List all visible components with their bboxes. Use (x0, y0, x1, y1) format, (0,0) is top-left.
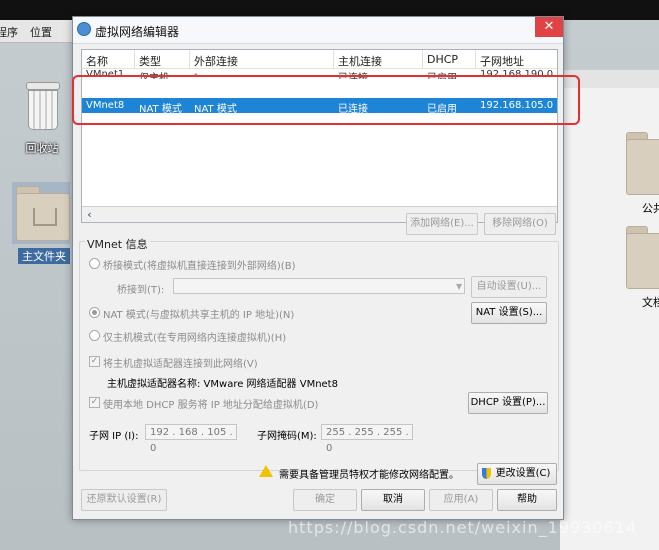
scroll-left-icon[interactable]: ‹ (82, 207, 97, 222)
admin-notice: 需要具备管理员特权才能修改网络配置。 (279, 470, 459, 481)
public-folder-label: 公共 (642, 202, 659, 215)
use-dhcp-label: 使用本地 DHCP 服务将 IP 地址分配给虚拟机(D) (103, 400, 319, 411)
documents-folder-label: 文档 (642, 296, 659, 309)
bridge-to-label: 桥接到(T): (117, 285, 165, 296)
highlight-box (72, 75, 580, 125)
cancel-button[interactable]: 取消 (361, 489, 425, 511)
col-dhcp[interactable]: DHCP (427, 53, 458, 66)
shield-icon (482, 468, 491, 479)
host-only-label: 仅主机模式(在专用网络内连接虚拟机)(H) (103, 333, 287, 344)
vmnet-info-title: VMnet 信息 (85, 236, 150, 252)
close-button[interactable]: ✕ (535, 17, 563, 37)
subnet-ip-field[interactable]: 192 . 168 . 105 . 0 (145, 424, 237, 454)
nat-mode-radio[interactable] (89, 307, 100, 318)
change-settings-label: 更改设置(C) (495, 468, 551, 479)
add-network-button[interactable]: 添加网络(E)... (406, 213, 478, 235)
use-dhcp-checkbox[interactable]: ✓ (89, 397, 100, 408)
col-external[interactable]: 外部连接 (194, 53, 238, 69)
dialog-title: 虚拟网络编辑器 (95, 25, 180, 39)
bridge-mode-radio[interactable] (89, 258, 100, 269)
col-name[interactable]: 名称 (86, 53, 108, 69)
app-menu-bar: 程序 位置 (0, 20, 72, 43)
bridge-to-select[interactable]: ▼ (173, 278, 465, 294)
connect-adapter-label: 将主机虚拟适配器连接到此网络(V) (103, 359, 258, 370)
public-folder-icon[interactable] (626, 139, 659, 195)
nat-settings-button[interactable]: NAT 设置(S)... (471, 302, 547, 324)
host-only-radio[interactable] (89, 330, 100, 341)
chevron-down-icon: ▼ (456, 282, 463, 291)
trash-icon[interactable] (22, 80, 62, 130)
menu-places[interactable]: 位置 (30, 24, 52, 40)
adapter-name-text: 主机虚拟适配器名称: VMware 网络适配器 VMnet8 (107, 379, 338, 390)
list-header: 名称 类型 外部连接 主机连接 DHCP 子网地址 (82, 50, 557, 69)
menu-programs[interactable]: 程序 (0, 24, 18, 40)
apply-button[interactable]: 应用(A) (429, 489, 493, 511)
change-settings-button[interactable]: 更改设置(C) (477, 463, 557, 485)
home-folder-label: 主文件夹 (18, 248, 70, 264)
restore-defaults-button[interactable]: 还原默认设置(R) (81, 489, 167, 511)
col-type[interactable]: 类型 (139, 53, 161, 69)
subnet-mask-label: 子网掩码(M): (257, 431, 317, 442)
dhcp-settings-button[interactable]: DHCP 设置(P)... (468, 392, 548, 414)
dialog-titlebar[interactable]: 虚拟网络编辑器 ✕ (73, 17, 563, 44)
auto-settings-button[interactable]: 自动设置(U)... (471, 276, 547, 298)
subnet-ip-label: 子网 IP (I): (89, 431, 139, 442)
connect-adapter-checkbox[interactable]: ✓ (89, 356, 100, 367)
help-button[interactable]: 帮助 (497, 489, 557, 511)
network-globe-icon (77, 22, 91, 36)
warning-icon (259, 465, 273, 477)
remove-network-button[interactable]: 移除网络(O) (484, 213, 556, 235)
home-folder-icon[interactable] (16, 193, 70, 241)
bridge-mode-label: 桥接模式(将虚拟机直接连接到外部网络)(B) (103, 261, 296, 272)
trash-label: 回收站 (25, 142, 59, 155)
watermark: https://blog.csdn.net/weixin_19930614 (288, 518, 638, 537)
col-subnet[interactable]: 子网地址 (480, 53, 524, 69)
col-host[interactable]: 主机连接 (338, 53, 382, 69)
subnet-mask-field[interactable]: 255 . 255 . 255 . 0 (321, 424, 413, 454)
documents-folder-icon[interactable] (626, 233, 659, 289)
nat-mode-label: NAT 模式(与虚拟机共享主机的 IP 地址)(N) (103, 310, 295, 321)
ok-button[interactable]: 确定 (293, 489, 357, 511)
